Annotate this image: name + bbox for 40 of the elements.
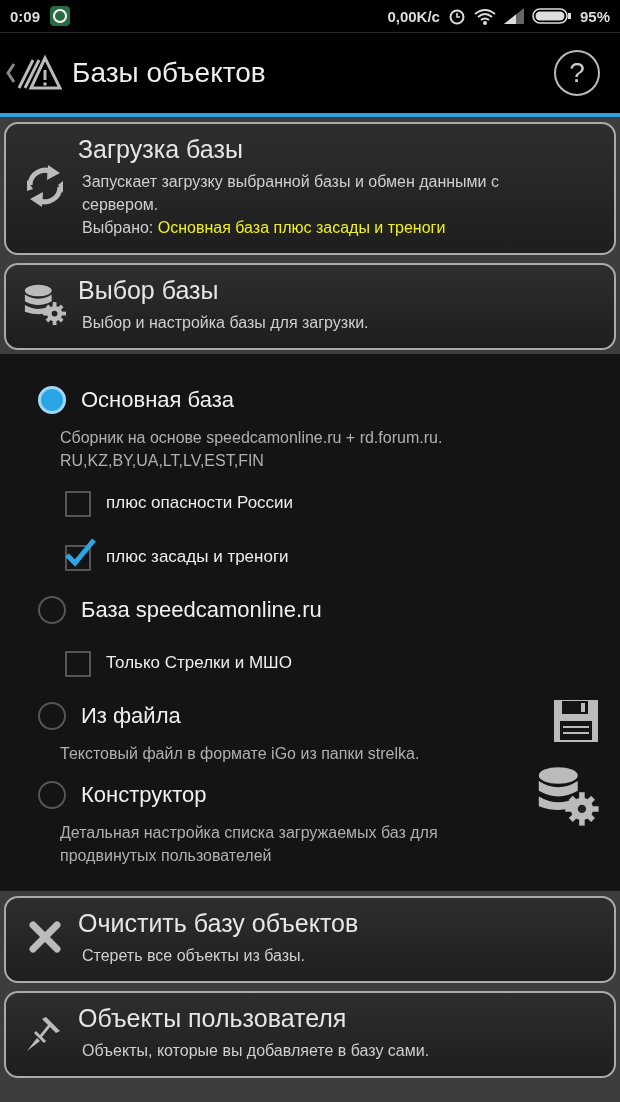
card-description: Выбор и настройка базы для загрузки. xyxy=(81,313,369,333)
option-label: Из файла xyxy=(81,703,181,729)
option-label: База speedcamonline.ru xyxy=(81,597,322,623)
screen-title: Базы объектов xyxy=(72,57,266,89)
card-description: Запускает загрузку выбранной базы и обмен данными с сервером. xyxy=(81,172,500,215)
help-button[interactable]: ? xyxy=(554,50,600,96)
checkbox-label: плюс опасности России xyxy=(106,493,294,513)
option-label: Конструктор xyxy=(81,782,207,808)
chat-app-icon xyxy=(50,6,71,26)
action-card[interactable]: Объекты пользователя Объекты, которые вы добавляете в базу сами. xyxy=(4,991,616,1078)
back-icon[interactable] xyxy=(6,62,16,84)
checkbox-label: Только Стрелки и МШО xyxy=(106,653,292,673)
action-card[interactable]: Выбор базы Выбор и настройка базы для загрузки. xyxy=(4,263,616,350)
wifi-icon xyxy=(473,7,496,25)
card-title: Очистить базу объектов xyxy=(78,908,359,939)
card-title: Объекты пользователя xyxy=(78,1003,348,1034)
radio-button[interactable] xyxy=(38,596,66,624)
radio-button[interactable] xyxy=(38,702,66,730)
option-label: Основная база xyxy=(81,387,234,413)
battery-level: 95% xyxy=(579,7,610,25)
alarm-icon xyxy=(447,7,466,25)
option-description: Детальная настройка списка загружаемых баз для продвинутых пользователей xyxy=(59,823,439,866)
option-description: Текстовый файл в формате iGo из папки strelka. xyxy=(59,744,421,764)
card-title: Загрузка базы xyxy=(78,134,244,165)
close-icon xyxy=(28,919,62,954)
signal-icon xyxy=(503,8,524,24)
card-title: Выбор базы xyxy=(78,275,220,306)
warning-triangles-icon xyxy=(16,54,62,92)
card-description: Объекты, которые вы добавляете в базу сами. xyxy=(81,1041,430,1061)
radio-button-selected[interactable] xyxy=(38,386,66,414)
action-card[interactable]: Очистить базу объектов Стереть все объекты из базы. xyxy=(4,896,616,983)
radio-button[interactable] xyxy=(38,781,66,809)
option-description: Сборник на основе speedcamonline.ru + rd.forum.ru. RU,KZ,BY,UA,LT,LV,EST,FIN xyxy=(59,428,444,471)
network-speed: 0,00K/c xyxy=(387,7,440,25)
action-card[interactable]: Загрузка базы Запускает загрузку выбранной базы и обмен данными с сервером. Выбрано: Основная база плюс засады и треноги xyxy=(4,122,616,255)
card-description: Стереть все объекты из базы. xyxy=(81,946,307,966)
selected-database-text: Выбрано: Основная база плюс засады и треноги xyxy=(81,218,447,238)
clock: 0:09 xyxy=(10,7,41,25)
battery-icon xyxy=(531,8,572,24)
checkbox-label: плюс засады и треноги xyxy=(106,547,289,567)
